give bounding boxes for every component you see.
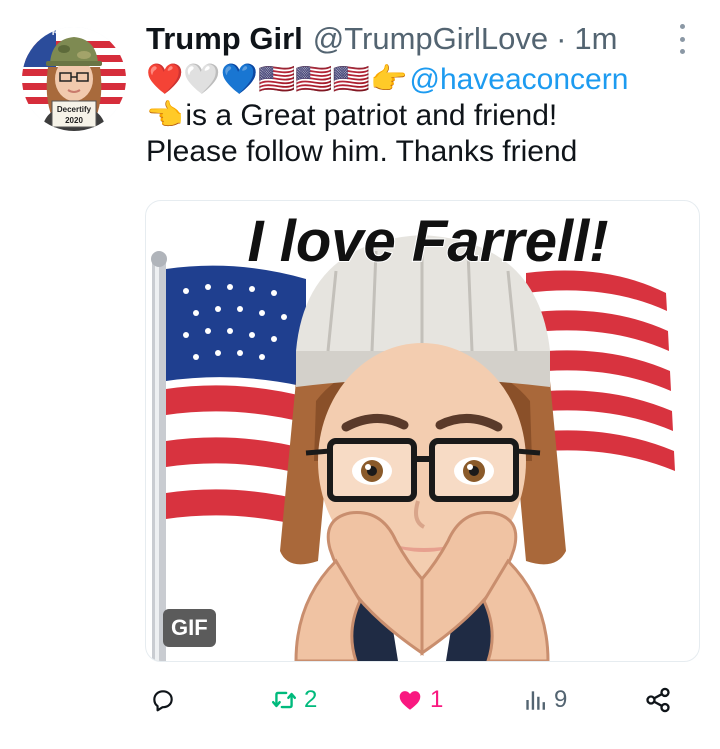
more-options-icon[interactable] xyxy=(672,24,692,54)
views-button[interactable]: 9 xyxy=(522,678,567,722)
gif-media[interactable]: I love Farrell! GIF xyxy=(145,200,700,662)
tweet-line-3: Please follow him. Thanks friend xyxy=(146,134,706,170)
retweet-count: 2 xyxy=(304,686,318,713)
like-count: 1 xyxy=(430,686,444,713)
author-name[interactable]: Trump Girl xyxy=(146,21,303,57)
retweet-button[interactable]: 2 xyxy=(270,678,317,722)
gif-illustration: I love Farrell! xyxy=(151,208,676,661)
author-avatar[interactable]: RUMP WO Decertify 2020 xyxy=(22,27,126,131)
share-button[interactable] xyxy=(644,678,672,722)
avatar-image: RUMP WO Decertify 2020 xyxy=(22,27,126,131)
reply-icon xyxy=(153,690,173,712)
author-handle[interactable]: @TrumpGirlLove xyxy=(313,21,548,57)
tweet-line-2-text: is a Great patriot and friend! xyxy=(185,99,558,132)
tweet-text: ❤️🤍💙🇺🇸🇺🇸🇺🇸👉 @haveaconcern 👈 is a Great p… xyxy=(146,62,706,170)
tweet-line-3-text: Please follow him. Thanks friend xyxy=(146,135,578,168)
pointing-left-emoji: 👈 xyxy=(146,99,184,132)
reply-button[interactable] xyxy=(150,678,176,722)
tweet-timestamp[interactable]: 1m xyxy=(574,21,617,57)
avatar-sign-line2: 2020 xyxy=(65,116,83,125)
gif-headline: I love Farrell! xyxy=(247,209,608,274)
emoji-sequence: ❤️🤍💙🇺🇸🇺🇸🇺🇸👉 xyxy=(146,63,408,96)
views-count: 9 xyxy=(554,686,568,713)
tweet-action-bar: 2 1 9 xyxy=(0,678,720,722)
gif-badge: GIF xyxy=(163,609,216,647)
like-button[interactable]: 1 xyxy=(396,678,443,722)
mention-link[interactable]: @haveaconcern xyxy=(409,62,628,98)
tweet-line-2: 👈 is a Great patriot and friend! xyxy=(146,98,706,134)
separator-dot: · xyxy=(556,21,567,56)
views-chart-icon xyxy=(526,691,545,710)
retweet-icon xyxy=(271,691,297,709)
share-icon xyxy=(646,687,670,713)
tweet-header: Trump Girl @TrumpGirlLove · 1m xyxy=(146,20,617,58)
avatar-sign-line1: Decertify xyxy=(57,105,92,114)
avatar-hat-text: RUMP WO xyxy=(52,27,96,37)
tweet-line-1: ❤️🤍💙🇺🇸🇺🇸🇺🇸👉 @haveaconcern xyxy=(146,62,706,98)
heart-filled-icon xyxy=(399,691,421,710)
